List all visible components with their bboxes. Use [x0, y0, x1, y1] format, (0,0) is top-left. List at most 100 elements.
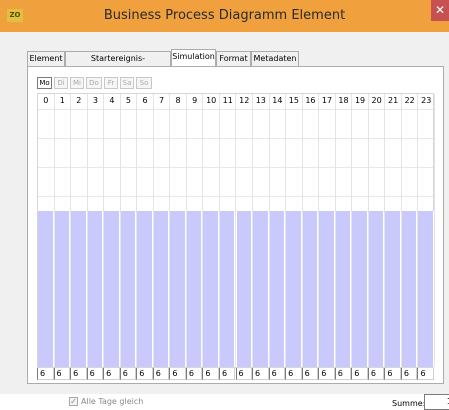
all-days-same-checkbox[interactable]: ✓	[69, 397, 78, 406]
hour-bar[interactable]	[120, 211, 137, 367]
hour-tick-label: 7	[159, 96, 165, 105]
hour-bar[interactable]	[385, 211, 401, 367]
hour-value-field[interactable]: 6	[169, 368, 186, 380]
close-button[interactable]: ✕	[431, 0, 449, 21]
hour-bar[interactable]	[87, 211, 104, 367]
hour-column[interactable]: 4	[104, 94, 121, 367]
day-tab-di[interactable]: Di	[54, 77, 68, 89]
hour-tick-label: 20	[371, 96, 382, 105]
hour-bar[interactable]	[401, 211, 418, 367]
hour-bar[interactable]	[253, 211, 269, 367]
tab-element[interactable]: Element	[27, 51, 65, 66]
hour-bar[interactable]	[71, 211, 87, 367]
hour-value-field[interactable]: 6	[103, 368, 120, 380]
hour-bar[interactable]	[352, 211, 368, 367]
hour-value-field[interactable]: 6	[400, 368, 418, 380]
hour-value-field[interactable]: 6	[334, 368, 352, 380]
hour-bar[interactable]	[153, 211, 170, 367]
hour-bar[interactable]	[286, 211, 302, 367]
hour-bar[interactable]	[104, 211, 120, 367]
hour-value-field[interactable]: 6	[202, 368, 219, 380]
hour-bar[interactable]	[269, 211, 286, 367]
hour-column[interactable]: 3	[87, 94, 105, 367]
hour-bar[interactable]	[38, 211, 54, 367]
hour-tick-label: 23	[421, 96, 432, 105]
hour-value-field[interactable]: 6	[119, 368, 137, 380]
hour-column[interactable]: 8	[170, 94, 187, 367]
hour-bar[interactable]	[335, 211, 352, 367]
hour-value-field[interactable]: 6	[268, 368, 286, 380]
hour-column[interactable]: 20	[368, 94, 386, 367]
hour-bar[interactable]	[54, 211, 71, 367]
hour-tick-label: 5	[125, 96, 132, 105]
hour-bar[interactable]	[219, 211, 236, 367]
hour-value-field[interactable]: 6	[136, 368, 153, 380]
hour-value-field[interactable]: 6	[70, 368, 87, 380]
hour-bar[interactable]	[319, 211, 335, 367]
hour-column[interactable]: 6	[137, 94, 154, 367]
tab-startereignis-einstellungen[interactable]: Startereignis-Einstellungen	[65, 51, 171, 77]
hour-value-field[interactable]: 6	[351, 368, 368, 380]
hour-column[interactable]: 2	[71, 94, 88, 367]
sum-field[interactable]: 144	[424, 394, 449, 410]
day-tab-mi[interactable]: Mi	[70, 77, 84, 89]
hour-value-field[interactable]: 6	[53, 368, 71, 380]
day-tab-so[interactable]: So	[136, 77, 152, 89]
hour-column[interactable]: 18	[335, 94, 353, 367]
tab-metadaten[interactable]: Metadaten	[251, 51, 299, 66]
hour-value-field[interactable]: 6	[285, 368, 302, 380]
hour-bar[interactable]	[302, 211, 319, 367]
hour-column[interactable]: 0	[38, 94, 55, 367]
hour-value-field[interactable]: 6	[384, 368, 401, 380]
hour-value-field[interactable]: 6	[417, 368, 434, 380]
hour-tick-label: 18	[338, 96, 349, 105]
hour-column[interactable]: 19	[352, 94, 369, 367]
hour-tick-label: 13	[255, 96, 266, 105]
hour-value-field[interactable]: 6	[318, 368, 335, 380]
hour-bar[interactable]	[137, 211, 153, 367]
hour-bar[interactable]	[418, 211, 434, 367]
hour-value-field[interactable]: 6	[367, 368, 385, 380]
hour-column[interactable]: 1	[54, 94, 72, 367]
hour-column[interactable]: 12	[236, 94, 254, 367]
window-title: Business Process Diagramm Element	[103, 8, 346, 23]
day-tab-fr[interactable]: Fr	[104, 77, 118, 89]
hour-value-field[interactable]: 6	[37, 368, 54, 380]
hour-column[interactable]: 7	[153, 94, 171, 367]
hour-value-field[interactable]: 6	[218, 368, 236, 380]
hour-bar[interactable]	[186, 211, 203, 367]
tab-format[interactable]: Format	[216, 51, 251, 66]
hour-value-field[interactable]: 6	[252, 368, 269, 380]
all-days-same-option[interactable]: ✓ Alle Tage gleich	[69, 397, 143, 406]
hour-bar[interactable]	[236, 211, 253, 367]
hour-column[interactable]: 9	[186, 94, 204, 367]
hour-tick-label: 16	[305, 96, 316, 105]
hour-tick-label: 1	[59, 96, 65, 105]
hour-bar[interactable]	[203, 211, 219, 367]
hour-tick-label: 0	[43, 96, 49, 105]
hour-value-field[interactable]: 6	[185, 368, 203, 380]
hour-value-field[interactable]: 6	[86, 368, 104, 380]
tab-simulation[interactable]: Simulation	[171, 49, 216, 67]
day-tab-sa[interactable]: Sa	[120, 77, 134, 89]
hour-column[interactable]: 5	[120, 94, 138, 367]
hour-column[interactable]: 21	[385, 94, 402, 367]
hour-column[interactable]: 22	[401, 94, 419, 367]
hour-value-field[interactable]: 6	[301, 368, 319, 380]
hour-column[interactable]: 16	[302, 94, 320, 367]
hour-value-field[interactable]: 6	[152, 368, 170, 380]
hour-column[interactable]: 15	[286, 94, 303, 367]
hour-value-field[interactable]: 6	[235, 368, 253, 380]
hour-column[interactable]: 14	[269, 94, 287, 367]
hour-distribution-chart[interactable]: 0 1 2 3 4 5 6 7 8 9 10 11 12 13 14 15 16 17 18 19 20 21 22 23	[37, 93, 435, 368]
hour-column[interactable]: 17	[319, 94, 336, 367]
hour-column[interactable]: 13	[253, 94, 270, 367]
hour-column[interactable]: 23	[418, 94, 435, 367]
hour-tick-label: 2	[76, 96, 82, 105]
hour-column[interactable]: 11	[219, 94, 237, 367]
day-tab-mo[interactable]: Mo	[37, 77, 52, 89]
hour-bar[interactable]	[170, 211, 186, 367]
hour-bar[interactable]	[368, 211, 385, 367]
day-tab-do[interactable]: Do	[86, 77, 102, 89]
hour-column[interactable]: 10	[203, 94, 220, 367]
